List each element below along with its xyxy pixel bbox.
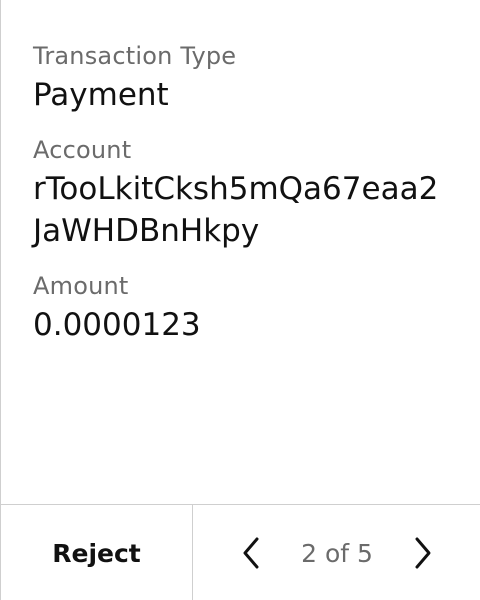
field-value: Payment [33, 77, 169, 113]
field-amount: Amount 0.0000123 [33, 270, 463, 346]
page-indicator: 2 of 5 [301, 538, 373, 568]
footer-actions: Reject 2 of 5 [1, 504, 480, 600]
chevron-right-icon [415, 537, 431, 569]
field-account: Account rTooLkitCksh5mQa67eaa2JaWHDBnHkp… [33, 134, 463, 252]
field-transaction-type: Transaction Type Payment [33, 40, 463, 116]
transaction-details: Transaction Type Payment Account rTooLki… [33, 40, 463, 364]
reject-button[interactable]: Reject [1, 505, 193, 600]
field-value: 0.0000123 [33, 307, 201, 343]
chevron-left-icon [243, 537, 259, 569]
pagination: 2 of 5 [193, 505, 480, 600]
previous-button[interactable] [231, 529, 271, 577]
field-label: Transaction Type [33, 42, 237, 70]
field-value: rTooLkitCksh5mQa67eaa2JaWHDBnHkpy [33, 171, 439, 249]
next-button[interactable] [403, 529, 443, 577]
transaction-review-screen: Transaction Type Payment Account rTooLki… [0, 0, 480, 600]
field-label: Account [33, 136, 132, 164]
field-label: Amount [33, 272, 129, 300]
